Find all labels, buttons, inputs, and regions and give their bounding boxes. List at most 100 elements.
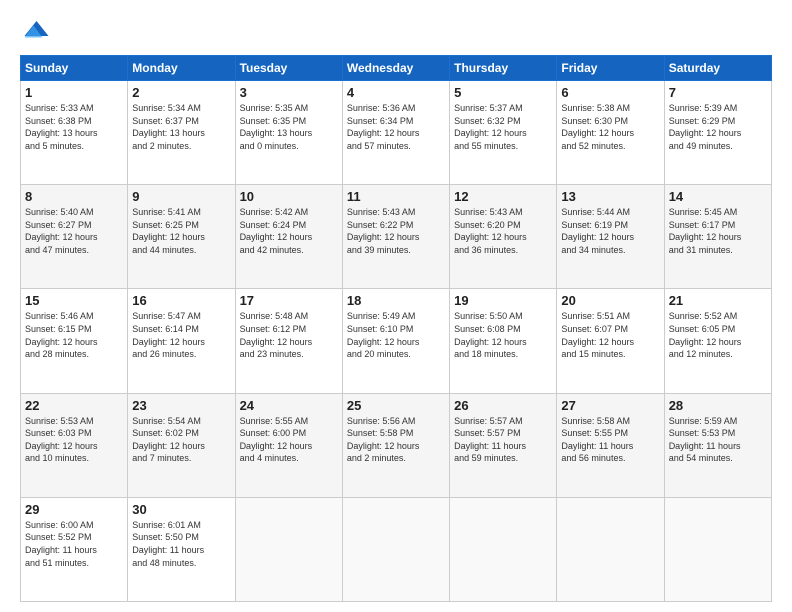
calendar-cell: 24 Sunrise: 5:55 AMSunset: 6:00 PMDayligh… — [235, 393, 342, 497]
calendar-cell: 18 Sunrise: 5:49 AMSunset: 6:10 PMDayligh… — [342, 289, 449, 393]
day-info: Sunrise: 6:00 AMSunset: 5:52 PMDaylight:… — [25, 519, 123, 569]
day-info: Sunrise: 5:55 AMSunset: 6:00 PMDaylight:… — [240, 415, 338, 465]
day-info: Sunrise: 6:01 AMSunset: 5:50 PMDaylight:… — [132, 519, 230, 569]
calendar-cell: 19 Sunrise: 5:50 AMSunset: 6:08 PMDayligh… — [450, 289, 557, 393]
day-info: Sunrise: 5:42 AMSunset: 6:24 PMDaylight:… — [240, 206, 338, 256]
day-number: 9 — [132, 189, 230, 204]
calendar-cell: 29 Sunrise: 6:00 AMSunset: 5:52 PMDayligh… — [21, 497, 128, 601]
day-number: 22 — [25, 398, 123, 413]
calendar-cell: 13 Sunrise: 5:44 AMSunset: 6:19 PMDayligh… — [557, 185, 664, 289]
day-number: 2 — [132, 85, 230, 100]
weekday-header-sunday: Sunday — [21, 56, 128, 81]
calendar-cell: 6Sunrise: 5:38 AMSunset: 6:30 PMDaylight… — [557, 81, 664, 185]
day-info: Sunrise: 5:47 AMSunset: 6:14 PMDaylight:… — [132, 310, 230, 360]
day-info: Sunrise: 5:40 AMSunset: 6:27 PMDaylight:… — [25, 206, 123, 256]
day-info: Sunrise: 5:49 AMSunset: 6:10 PMDaylight:… — [347, 310, 445, 360]
day-number: 7 — [669, 85, 767, 100]
calendar-cell: 16 Sunrise: 5:47 AMSunset: 6:14 PMDayligh… — [128, 289, 235, 393]
day-info: Sunrise: 5:34 AMSunset: 6:37 PMDaylight:… — [132, 102, 230, 152]
day-number: 18 — [347, 293, 445, 308]
day-info: Sunrise: 5:43 AMSunset: 6:20 PMDaylight:… — [454, 206, 552, 256]
day-info: Sunrise: 5:50 AMSunset: 6:08 PMDaylight:… — [454, 310, 552, 360]
calendar-cell — [235, 497, 342, 601]
day-number: 23 — [132, 398, 230, 413]
calendar-cell: 12Sunrise: 5:43 AMSunset: 6:20 PMDayligh… — [450, 185, 557, 289]
day-number: 29 — [25, 502, 123, 517]
calendar-cell: 3 Sunrise: 5:35 AMSunset: 6:35 PMDaylight… — [235, 81, 342, 185]
day-number: 16 — [132, 293, 230, 308]
day-info: Sunrise: 5:46 AMSunset: 6:15 PMDaylight:… — [25, 310, 123, 360]
calendar-week-5: 29 Sunrise: 6:00 AMSunset: 5:52 PMDayligh… — [21, 497, 772, 601]
day-info: Sunrise: 5:43 AMSunset: 6:22 PMDaylight:… — [347, 206, 445, 256]
calendar-week-4: 22 Sunrise: 5:53 AMSunset: 6:03 PMDayligh… — [21, 393, 772, 497]
weekday-header-tuesday: Tuesday — [235, 56, 342, 81]
day-number: 1 — [25, 85, 123, 100]
calendar-cell: 7 Sunrise: 5:39 AMSunset: 6:29 PMDaylight… — [664, 81, 771, 185]
day-number: 6 — [561, 85, 659, 100]
calendar-week-3: 15 Sunrise: 5:46 AMSunset: 6:15 PMDayligh… — [21, 289, 772, 393]
calendar-cell: 23 Sunrise: 5:54 AMSunset: 6:02 PMDayligh… — [128, 393, 235, 497]
day-info: Sunrise: 5:35 AMSunset: 6:35 PMDaylight:… — [240, 102, 338, 152]
day-info: Sunrise: 5:56 AMSunset: 5:58 PMDaylight:… — [347, 415, 445, 465]
weekday-header-wednesday: Wednesday — [342, 56, 449, 81]
day-info: Sunrise: 5:44 AMSunset: 6:19 PMDaylight:… — [561, 206, 659, 256]
day-number: 19 — [454, 293, 552, 308]
calendar-cell: 11 Sunrise: 5:43 AMSunset: 6:22 PMDayligh… — [342, 185, 449, 289]
day-number: 28 — [669, 398, 767, 413]
calendar-cell: 25Sunrise: 5:56 AMSunset: 5:58 PMDayligh… — [342, 393, 449, 497]
day-info: Sunrise: 5:52 AMSunset: 6:05 PMDaylight:… — [669, 310, 767, 360]
calendar-cell: 17 Sunrise: 5:48 AMSunset: 6:12 PMDayligh… — [235, 289, 342, 393]
day-number: 8 — [25, 189, 123, 204]
day-info: Sunrise: 5:39 AMSunset: 6:29 PMDaylight:… — [669, 102, 767, 152]
calendar-table: SundayMondayTuesdayWednesdayThursdayFrid… — [20, 55, 772, 602]
day-number: 20 — [561, 293, 659, 308]
calendar-cell — [664, 497, 771, 601]
weekday-header-thursday: Thursday — [450, 56, 557, 81]
calendar-cell: 22 Sunrise: 5:53 AMSunset: 6:03 PMDayligh… — [21, 393, 128, 497]
day-number: 3 — [240, 85, 338, 100]
weekday-header-saturday: Saturday — [664, 56, 771, 81]
calendar-cell: 14Sunrise: 5:45 AMSunset: 6:17 PMDayligh… — [664, 185, 771, 289]
day-number: 27 — [561, 398, 659, 413]
day-number: 15 — [25, 293, 123, 308]
day-info: Sunrise: 5:36 AMSunset: 6:34 PMDaylight:… — [347, 102, 445, 152]
calendar-header: SundayMondayTuesdayWednesdayThursdayFrid… — [21, 56, 772, 81]
day-number: 4 — [347, 85, 445, 100]
calendar-cell — [342, 497, 449, 601]
day-number: 11 — [347, 189, 445, 204]
day-info: Sunrise: 5:57 AMSunset: 5:57 PMDaylight:… — [454, 415, 552, 465]
calendar-week-1: 1 Sunrise: 5:33 AMSunset: 6:38 PMDaylight… — [21, 81, 772, 185]
calendar-cell: 10 Sunrise: 5:42 AMSunset: 6:24 PMDayligh… — [235, 185, 342, 289]
day-number: 13 — [561, 189, 659, 204]
day-number: 24 — [240, 398, 338, 413]
calendar-cell: 20 Sunrise: 5:51 AMSunset: 6:07 PMDayligh… — [557, 289, 664, 393]
calendar-cell: 2 Sunrise: 5:34 AMSunset: 6:37 PMDaylight… — [128, 81, 235, 185]
calendar-cell: 9Sunrise: 5:41 AMSunset: 6:25 PMDaylight… — [128, 185, 235, 289]
day-info: Sunrise: 5:58 AMSunset: 5:55 PMDaylight:… — [561, 415, 659, 465]
calendar-cell: 21Sunrise: 5:52 AMSunset: 6:05 PMDayligh… — [664, 289, 771, 393]
calendar-body: 1 Sunrise: 5:33 AMSunset: 6:38 PMDaylight… — [21, 81, 772, 602]
weekday-header-friday: Friday — [557, 56, 664, 81]
day-info: Sunrise: 5:48 AMSunset: 6:12 PMDaylight:… — [240, 310, 338, 360]
calendar-cell — [557, 497, 664, 601]
calendar-cell: 8 Sunrise: 5:40 AMSunset: 6:27 PMDaylight… — [21, 185, 128, 289]
day-info: Sunrise: 5:59 AMSunset: 5:53 PMDaylight:… — [669, 415, 767, 465]
day-info: Sunrise: 5:33 AMSunset: 6:38 PMDaylight:… — [25, 102, 123, 152]
calendar-cell: 28 Sunrise: 5:59 AMSunset: 5:53 PMDayligh… — [664, 393, 771, 497]
header — [20, 15, 772, 45]
day-number: 17 — [240, 293, 338, 308]
day-info: Sunrise: 5:54 AMSunset: 6:02 PMDaylight:… — [132, 415, 230, 465]
logo-icon — [20, 15, 50, 45]
calendar-cell: 27 Sunrise: 5:58 AMSunset: 5:55 PMDayligh… — [557, 393, 664, 497]
day-number: 14 — [669, 189, 767, 204]
calendar-cell: 30Sunrise: 6:01 AMSunset: 5:50 PMDayligh… — [128, 497, 235, 601]
day-number: 10 — [240, 189, 338, 204]
calendar-week-2: 8 Sunrise: 5:40 AMSunset: 6:27 PMDaylight… — [21, 185, 772, 289]
day-number: 5 — [454, 85, 552, 100]
calendar-cell: 15 Sunrise: 5:46 AMSunset: 6:15 PMDayligh… — [21, 289, 128, 393]
day-info: Sunrise: 5:53 AMSunset: 6:03 PMDaylight:… — [25, 415, 123, 465]
day-info: Sunrise: 5:51 AMSunset: 6:07 PMDaylight:… — [561, 310, 659, 360]
logo — [20, 15, 54, 45]
calendar-cell: 26 Sunrise: 5:57 AMSunset: 5:57 PMDayligh… — [450, 393, 557, 497]
day-number: 26 — [454, 398, 552, 413]
